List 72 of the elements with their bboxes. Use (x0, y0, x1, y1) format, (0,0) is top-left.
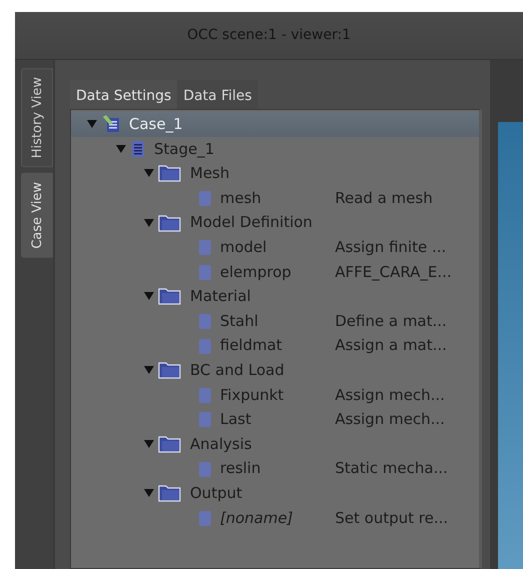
folder-icon (158, 360, 182, 380)
folder-icon (158, 483, 182, 504)
side-tab[interactable]: Case View (21, 173, 53, 258)
node-icon (198, 460, 212, 478)
node-icon (198, 189, 212, 208)
tree-row[interactable]: Last Assign mech... (71, 407, 479, 432)
document-pencil-icon (101, 114, 121, 134)
node-icon (198, 312, 212, 330)
node-description: Assign mech... (335, 409, 445, 430)
node-name: Last (220, 409, 252, 430)
expand-arrow-icon[interactable] (144, 218, 154, 228)
node-icon (198, 238, 212, 256)
node-name: elemprop (220, 262, 292, 283)
tree-row[interactable]: elemprop AFFE_CARA_E... (71, 260, 479, 284)
folder-icon (158, 434, 182, 454)
node-description: Assign finite ... (335, 237, 446, 258)
node-description: Read a mesh (335, 188, 433, 209)
node-description: Assign a mat... (335, 335, 447, 356)
node-name: Output (190, 482, 242, 504)
node-description: AFFE_CARA_E... (335, 262, 452, 283)
folder-icon (158, 286, 182, 306)
tree-row[interactable]: Stahl Define a mat... (71, 308, 479, 334)
node-name: Model Definition (190, 212, 312, 234)
tree-row[interactable]: Material (71, 284, 479, 309)
node-icon (198, 336, 212, 355)
expand-arrow-icon[interactable] (144, 488, 154, 498)
tree-row[interactable]: [noname] Set output re... (71, 506, 479, 530)
tree-row[interactable]: mesh Read a mesh (71, 186, 479, 210)
tree-row[interactable]: Model Definition (71, 210, 479, 235)
node-description: Define a mat... (335, 310, 447, 332)
tree-row[interactable]: Analysis (71, 432, 479, 456)
node-description: Static mecha... (335, 458, 448, 480)
node-icon (198, 508, 212, 527)
node-name: fieldmat (220, 335, 282, 356)
node-name: Case_1 (129, 114, 183, 136)
node-description: Assign mech... (335, 384, 445, 406)
node-icon (198, 410, 212, 428)
tree-row[interactable]: Stage_1 (71, 136, 479, 162)
node-name: [noname] (220, 508, 293, 529)
expand-arrow-icon[interactable] (87, 119, 97, 130)
node-name: Fixpunkt (220, 384, 284, 406)
folder-icon (158, 212, 182, 233)
node-name: Mesh (190, 163, 230, 184)
node-name: mesh (220, 188, 262, 209)
node-icon (198, 262, 212, 281)
tree-row[interactable]: Mesh (71, 161, 479, 186)
tree-row[interactable]: BC and Load (71, 358, 479, 383)
expand-arrow-icon[interactable] (144, 168, 154, 178)
node-name: Stahl (220, 310, 258, 332)
tab[interactable]: Data Files (177, 80, 258, 109)
node-name: model (220, 237, 267, 258)
node-name: Stage_1 (154, 138, 214, 160)
tree-row[interactable]: fieldmat Assign a mat... (71, 333, 479, 358)
node-name: BC and Load (190, 360, 284, 381)
tree-row[interactable]: Fixpunkt Assign mech... (71, 382, 479, 408)
expand-arrow-icon[interactable] (144, 291, 154, 302)
expand-arrow-icon[interactable] (116, 144, 126, 154)
tree-row[interactable]: Case_1 (71, 112, 479, 137)
document-icon (130, 138, 146, 159)
folder-icon (158, 163, 182, 184)
node-description: Set output re... (335, 508, 448, 529)
tree-row[interactable]: Output (71, 480, 479, 506)
expand-arrow-icon[interactable] (144, 365, 154, 376)
node-icon (198, 386, 212, 404)
node-name: Material (190, 286, 251, 308)
tab[interactable]: Data Settings (70, 80, 178, 109)
side-tab[interactable]: History View (21, 68, 53, 168)
tree-row[interactable]: model Assign finite ... (71, 234, 479, 260)
tree-row[interactable]: reslin Static mecha... (71, 456, 479, 481)
node-name: Analysis (190, 434, 252, 455)
node-name: reslin (220, 458, 261, 480)
expand-arrow-icon[interactable] (144, 439, 154, 450)
